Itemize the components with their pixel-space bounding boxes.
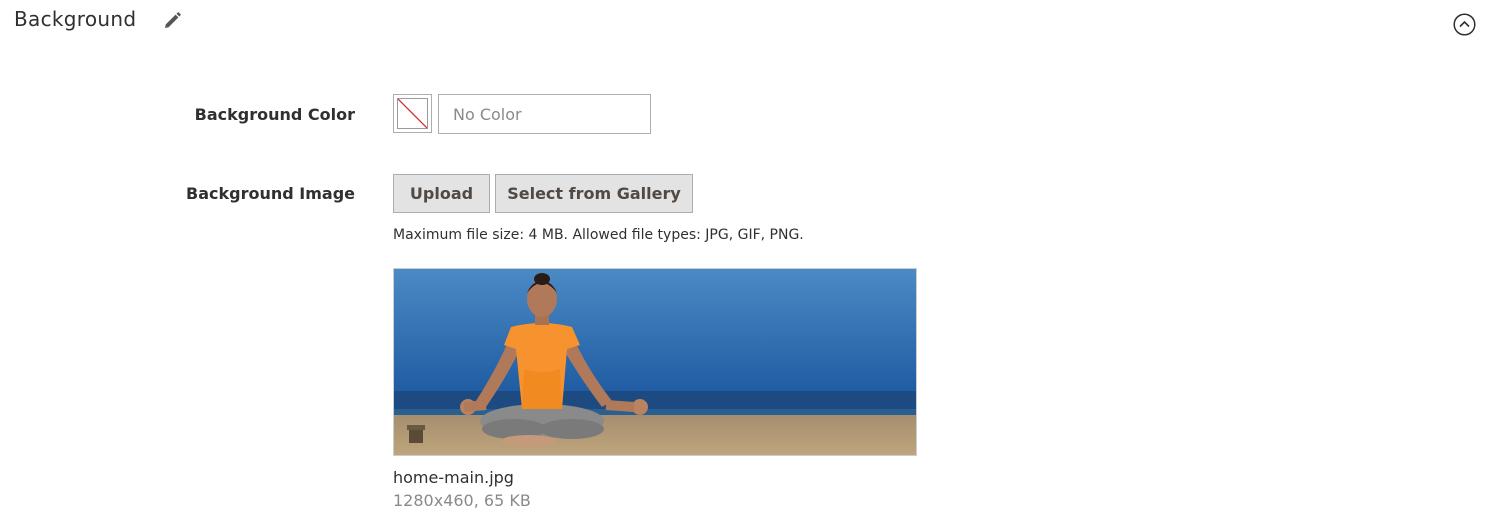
image-file-name: home-main.jpg <box>393 468 514 487</box>
background-color-input[interactable] <box>438 94 651 134</box>
color-swatch-button[interactable] <box>393 94 432 133</box>
image-preview-picture <box>394 269 916 455</box>
image-preview[interactable] <box>393 268 917 456</box>
image-file-meta: 1280x460, 65 KB <box>393 491 531 510</box>
pencil-icon[interactable] <box>162 11 182 31</box>
file-size-note: Maximum file size: 4 MB. Allowed file ty… <box>393 227 804 243</box>
section-title: Background <box>14 7 137 31</box>
background-image-label: Background Image <box>186 184 355 203</box>
select-from-gallery-button[interactable]: Select from Gallery <box>495 174 693 213</box>
no-color-swatch-icon <box>397 98 428 129</box>
chevron-up-circle-icon[interactable] <box>1453 13 1476 36</box>
section-header: Background <box>0 0 1489 44</box>
upload-button[interactable]: Upload <box>393 174 490 213</box>
background-color-label: Background Color <box>194 105 355 124</box>
